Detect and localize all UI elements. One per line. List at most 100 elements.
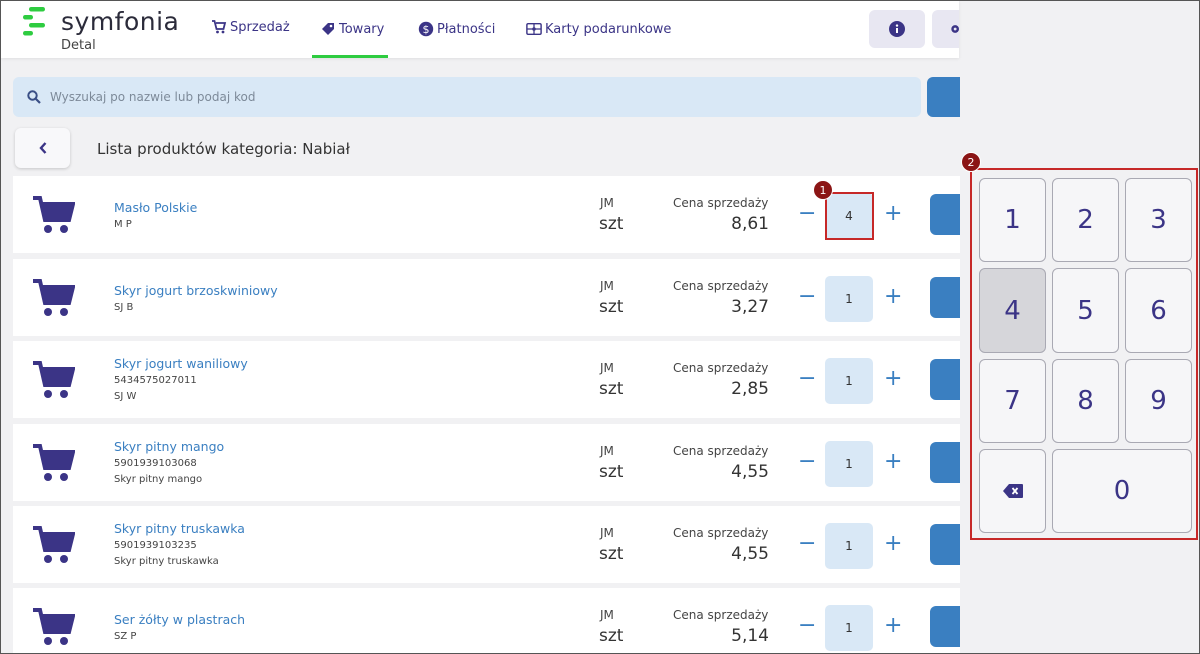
chevron-left-icon (38, 142, 46, 154)
search-input[interactable] (50, 90, 850, 104)
product-row: Skyr pitny truskawka 5901939103235 Skyr … (13, 506, 960, 583)
tab-karty-podarunkowe[interactable]: Karty podarunkowe (526, 21, 671, 37)
increase-button[interactable]: + (884, 367, 902, 391)
gear-icon (951, 25, 959, 33)
brand-subtitle: Detal (61, 38, 96, 53)
search-bar (13, 77, 921, 117)
cart-icon (33, 444, 75, 481)
product-ean: 5901939103235 (114, 540, 197, 551)
unit-label: JM (600, 361, 614, 375)
quantity-input[interactable] (825, 193, 873, 239)
price-value: 8,61 (731, 214, 769, 234)
quantity-input[interactable] (825, 605, 873, 651)
add-to-cart-button[interactable] (930, 524, 960, 565)
unit-value: szt (599, 544, 624, 564)
decrease-button[interactable]: − (798, 532, 816, 556)
price-label: Cena sprzedaży (673, 279, 769, 293)
product-row: Skyr jogurt brzoskwiniowy SJ B JM szt Ce… (13, 259, 960, 336)
svg-text:$: $ (423, 23, 430, 36)
product-code: M P (114, 219, 132, 230)
quantity-input[interactable] (825, 276, 873, 322)
price-label: Cena sprzedaży (673, 196, 769, 210)
cart-icon (33, 196, 75, 233)
key-2[interactable]: 2 (1052, 178, 1119, 262)
product-name[interactable]: Skyr jogurt brzoskwiniowy (114, 283, 278, 298)
quantity-input[interactable] (825, 358, 873, 404)
tag-icon (322, 23, 334, 35)
product-code: SZ P (114, 631, 137, 642)
add-to-cart-button[interactable] (930, 606, 960, 647)
add-to-cart-button[interactable] (930, 442, 960, 483)
dollar-icon: $ (418, 21, 434, 37)
increase-button[interactable]: + (884, 532, 902, 556)
price-value: 3,27 (731, 297, 769, 317)
increase-button[interactable]: + (884, 285, 902, 309)
price-label: Cena sprzedaży (673, 361, 769, 375)
add-to-cart-button[interactable] (930, 194, 960, 235)
info-button[interactable] (869, 10, 925, 48)
top-bar: symfonia Detal Sprzedaż Towary $ Płatnoś… (1, 1, 959, 58)
unit-label: JM (600, 444, 614, 458)
numeric-keypad: 1 2 3 4 5 6 7 8 9 0 (970, 168, 1198, 540)
key-6[interactable]: 6 (1125, 268, 1192, 353)
quantity-input[interactable] (825, 523, 873, 569)
quantity-input[interactable] (825, 441, 873, 487)
back-button[interactable] (15, 128, 70, 168)
tab-label: Płatności (437, 21, 496, 37)
unit-label: JM (600, 196, 614, 210)
gift-card-icon (526, 22, 542, 36)
key-7[interactable]: 7 (979, 359, 1046, 443)
key-1[interactable]: 1 (979, 178, 1046, 262)
key-4[interactable]: 4 (979, 268, 1046, 353)
tab-sprzedaz[interactable]: Sprzedaż (211, 19, 290, 35)
decrease-button[interactable]: − (798, 202, 816, 226)
increase-button[interactable]: + (884, 202, 902, 226)
unit-label: JM (600, 279, 614, 293)
key-5[interactable]: 5 (1052, 268, 1119, 353)
key-8[interactable]: 8 (1052, 359, 1119, 443)
decrease-button[interactable]: − (798, 450, 816, 474)
search-button[interactable] (927, 77, 960, 117)
brand-name: symfonia (61, 7, 180, 36)
cart-icon (212, 20, 227, 34)
cart-icon (33, 279, 75, 316)
backspace-key[interactable] (979, 449, 1046, 533)
key-9[interactable]: 9 (1125, 359, 1192, 443)
product-name[interactable]: Skyr pitny mango (114, 439, 224, 454)
unit-value: szt (599, 379, 624, 399)
price-value: 2,85 (731, 379, 769, 399)
product-name[interactable]: Skyr jogurt waniliowy (114, 356, 248, 371)
decrease-button[interactable]: − (798, 367, 816, 391)
key-0[interactable]: 0 (1052, 449, 1192, 533)
product-name[interactable]: Ser żółty w plastrach (114, 612, 245, 627)
annotation-badge: 1 (813, 180, 833, 200)
unit-value: szt (599, 297, 624, 317)
product-ean: 5434575027011 (114, 375, 197, 386)
add-to-cart-button[interactable] (930, 359, 960, 400)
product-name[interactable]: Skyr pitny truskawka (114, 521, 245, 536)
increase-button[interactable]: + (884, 614, 902, 638)
product-code: SJ B (114, 302, 134, 313)
product-code: Skyr pitny mango (114, 474, 203, 485)
product-ean: 5901939103068 (114, 458, 197, 469)
decrease-button[interactable]: − (798, 285, 816, 309)
info-icon (889, 21, 905, 37)
price-label: Cena sprzedaży (673, 526, 769, 540)
product-name[interactable]: Masło Polskie (114, 200, 197, 215)
tab-label: Towary (339, 21, 385, 37)
add-to-cart-button[interactable] (930, 277, 960, 318)
price-label: Cena sprzedaży (673, 444, 769, 458)
cart-icon (33, 608, 75, 645)
tab-towary[interactable]: Towary (320, 21, 384, 37)
unit-value: szt (599, 214, 624, 234)
unit-label: JM (600, 526, 614, 540)
product-code: SJ W (114, 391, 137, 402)
active-tab-indicator (312, 55, 388, 58)
decrease-button[interactable]: − (798, 614, 816, 638)
unit-value: szt (599, 626, 624, 646)
tab-platnosci[interactable]: $ Płatności (418, 21, 495, 37)
increase-button[interactable]: + (884, 450, 902, 474)
key-3[interactable]: 3 (1125, 178, 1192, 262)
annotation-badge: 2 (961, 152, 981, 172)
settings-button[interactable] (932, 10, 959, 48)
